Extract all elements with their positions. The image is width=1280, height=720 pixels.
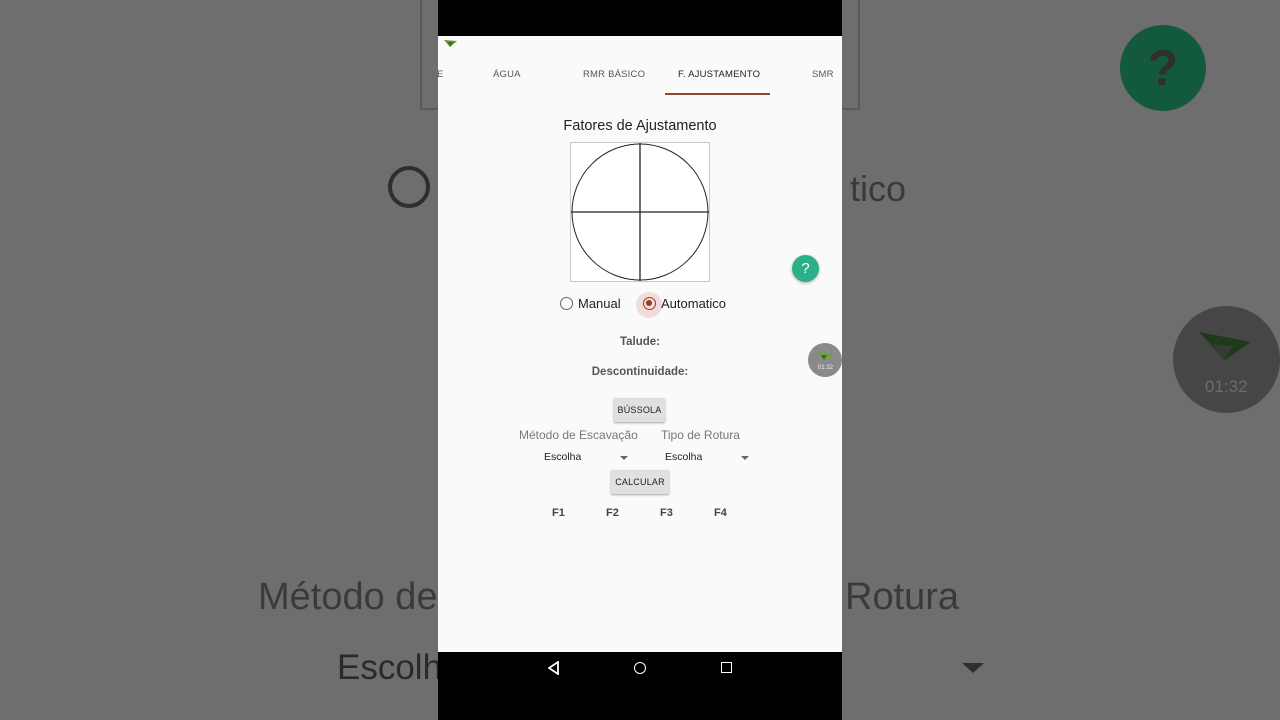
background-spinner: Escolh (337, 648, 443, 687)
calcular-button[interactable]: CALCULAR (611, 470, 669, 494)
status-bar (438, 36, 842, 54)
tab-indicator (665, 93, 770, 95)
factor-f1: F1 (552, 507, 565, 519)
metodo-escavacao-select[interactable]: Escolha (544, 451, 581, 463)
recorder-time: 01:32 (818, 365, 834, 371)
home-icon[interactable] (634, 662, 646, 674)
tab-smr[interactable]: SMR (812, 69, 834, 80)
back-icon[interactable] (548, 661, 560, 675)
compass-diagram (570, 142, 710, 282)
tipo-rotura-label: Tipo de Rotura (661, 428, 740, 442)
screen-recorder-bubble[interactable] (808, 343, 842, 377)
radio-manual-icon[interactable] (560, 297, 573, 310)
background-caret-icon (962, 663, 984, 673)
radio-automatico-icon[interactable] (643, 297, 656, 310)
factor-f4: F4 (714, 507, 727, 519)
radio-manual[interactable]: Manual (560, 296, 621, 311)
recents-icon[interactable] (721, 662, 732, 673)
tab-agua[interactable]: ÁGUA (493, 69, 521, 80)
tipo-chevron-down-icon[interactable] (741, 456, 749, 460)
screen: tico Método de Rotura Escolh ? 01:32 E Á… (0, 0, 1280, 720)
tipo-rotura-select[interactable]: Escolha (665, 451, 702, 463)
background-radio-icon (388, 166, 430, 208)
background-label-right: Rotura (845, 576, 960, 618)
factor-f2: F2 (606, 507, 619, 519)
paper-plane-icon (444, 40, 457, 47)
tab-rmr-basico[interactable]: RMR BÁSICO (583, 69, 645, 80)
page-title: Fatores de Ajustamento (563, 118, 717, 134)
metodo-chevron-down-icon[interactable] (620, 456, 628, 460)
talude-label: Talude: (619, 336, 661, 348)
metodo-escavacao-label: Método de Escavação (519, 428, 638, 442)
help-button[interactable]: ? (792, 255, 819, 282)
recorder-paper-plane-icon (817, 352, 833, 360)
bussola-button[interactable]: BÚSSOLA (614, 398, 665, 422)
radio-manual-label: Manual (578, 296, 621, 311)
background-help-icon: ? (1120, 25, 1206, 111)
tab-previous[interactable]: E (437, 69, 444, 80)
background-radio-label: tico (850, 168, 907, 209)
phone-screen: E ÁGUA RMR BÁSICO F. AJUSTAMENTO SMR Fat… (437, 0, 842, 720)
background-recorder-time: 01:32 (1205, 377, 1248, 396)
compass-icon (571, 143, 709, 281)
navigation-bar (438, 652, 842, 720)
radio-automatico[interactable]: Automatico (643, 296, 726, 311)
main-content: Fatores de Ajustamento Manual Automatico… (438, 96, 842, 652)
tab-f-ajustamento[interactable]: F. AJUSTAMENTO (678, 69, 760, 80)
descontinuidade-label: Descontinuidade: (591, 366, 689, 378)
tab-bar: E ÁGUA RMR BÁSICO F. AJUSTAMENTO SMR (437, 54, 842, 96)
factor-f3: F3 (660, 507, 673, 519)
radio-automatico-label: Automatico (661, 296, 727, 311)
background-label-left: Método de (258, 576, 438, 618)
